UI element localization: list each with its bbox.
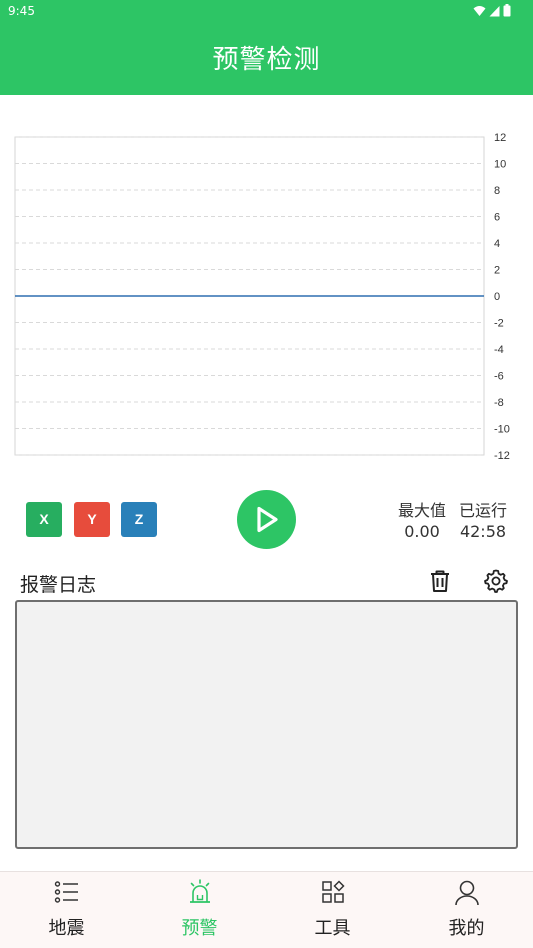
run-time-stat: 已运行 42:58 xyxy=(456,500,510,542)
y-axis-button[interactable]: Y xyxy=(74,502,110,537)
wifi-icon xyxy=(473,5,486,16)
status-icons xyxy=(473,4,511,17)
y-tick-label: 6 xyxy=(494,212,500,224)
y-tick-label: 4 xyxy=(494,238,500,250)
nav-label-tools: 工具 xyxy=(314,918,351,939)
max-value: 0.00 xyxy=(404,522,440,541)
y-tick-label: 0 xyxy=(494,291,500,303)
y-tick-label: -10 xyxy=(494,424,510,436)
play-icon xyxy=(257,506,278,533)
page-title: 预警检测 xyxy=(212,45,321,75)
y-tick-label: 8 xyxy=(494,185,500,197)
signal-icon xyxy=(489,5,500,16)
run-time-label: 已运行 xyxy=(458,501,507,520)
run-time-value: 42:58 xyxy=(459,522,507,541)
nav-label-earthquake: 地震 xyxy=(48,918,85,939)
y-tick-label: -4 xyxy=(494,344,504,356)
grid-icon xyxy=(322,880,345,903)
nav-item-tools[interactable]: 工具 xyxy=(266,872,399,948)
log-title: 报警日志 xyxy=(20,574,97,596)
bottom-nav: 地震 预警 工具 我的 xyxy=(0,871,533,948)
nav-label-warning: 预警 xyxy=(181,918,218,939)
y-tick-label: 2 xyxy=(494,265,500,277)
app-bar: 预警检测 xyxy=(0,22,533,95)
clear-log-button[interactable] xyxy=(427,568,453,594)
alarm-icon xyxy=(190,879,210,903)
max-value-label: 最大值 xyxy=(397,501,446,520)
gear-icon xyxy=(484,569,508,593)
trash-icon xyxy=(431,570,449,592)
waveform-chart: 12 10 8 6 4 2 0 -2 -4 -6 -8 -10 -12 xyxy=(14,132,510,462)
z-axis-button[interactable]: Z xyxy=(121,502,157,537)
alarm-log-list[interactable] xyxy=(15,600,518,849)
list-icon xyxy=(54,881,78,903)
nav-item-profile[interactable]: 我的 xyxy=(400,872,533,948)
y-tick-label: -8 xyxy=(494,397,504,409)
nav-label-profile: 我的 xyxy=(448,918,485,939)
y-tick-label: 12 xyxy=(494,132,506,144)
y-tick-label: -6 xyxy=(494,371,504,383)
status-bar: 9:45 xyxy=(0,0,533,22)
user-icon xyxy=(455,880,479,906)
y-tick-label: 10 xyxy=(494,159,506,171)
nav-item-earthquake[interactable]: 地震 xyxy=(0,872,133,948)
max-value-stat: 最大值 0.00 xyxy=(396,500,448,542)
x-axis-button[interactable]: X xyxy=(26,502,62,537)
nav-item-warning[interactable]: 预警 xyxy=(133,872,266,948)
y-tick-label: -2 xyxy=(494,318,504,330)
play-button[interactable] xyxy=(237,490,296,549)
battery-icon xyxy=(503,4,511,17)
status-time: 9:45 xyxy=(8,4,35,18)
log-settings-button[interactable] xyxy=(483,568,509,594)
y-tick-label: -12 xyxy=(494,450,510,462)
